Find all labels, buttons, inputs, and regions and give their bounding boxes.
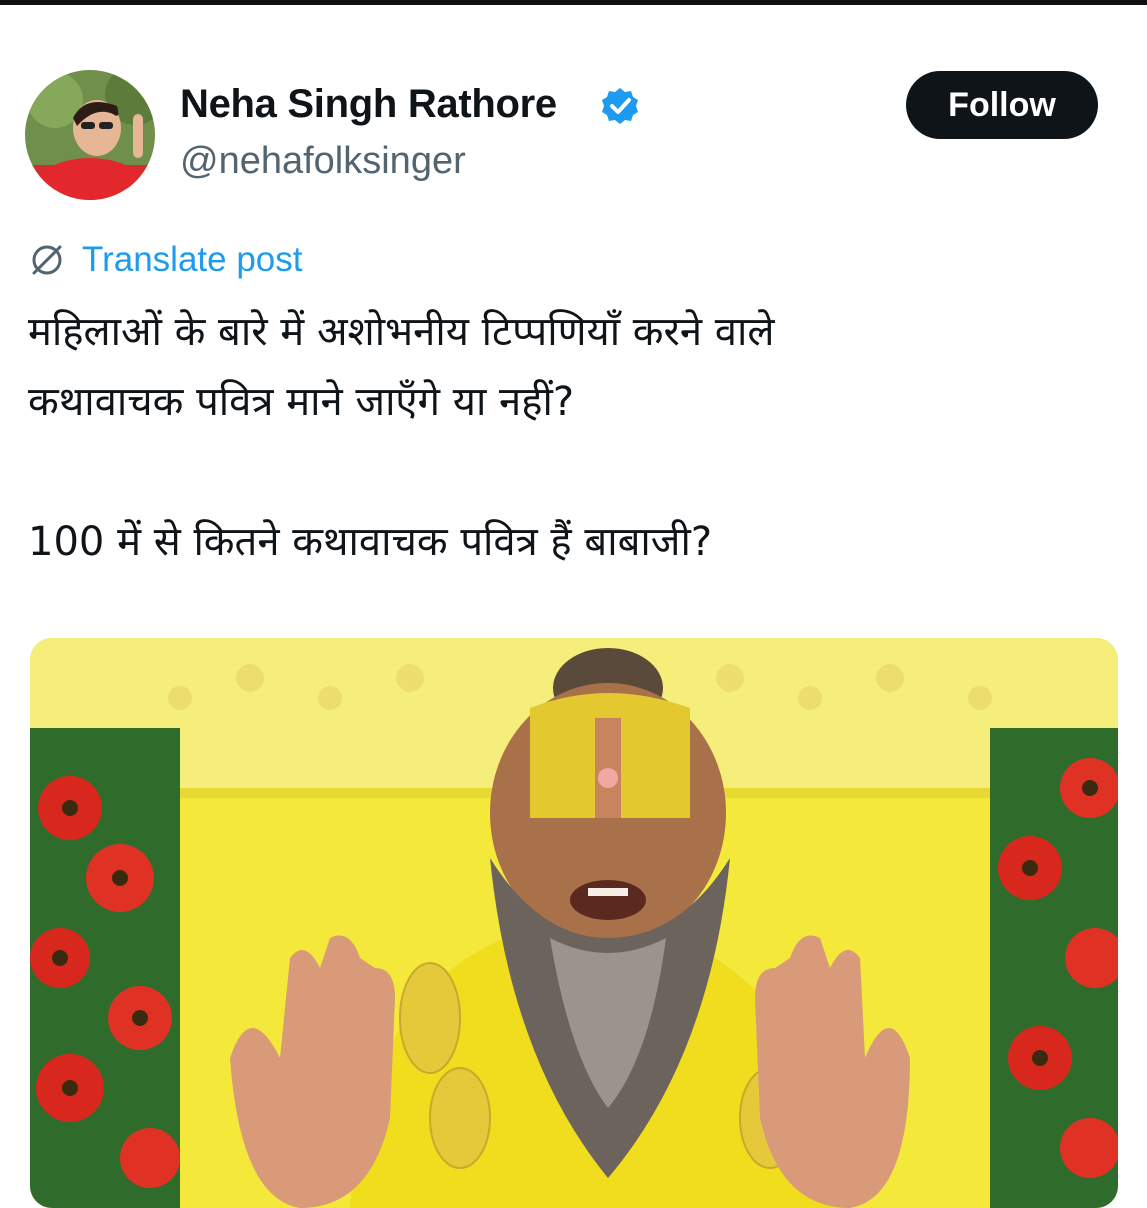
author-handle[interactable]: @nehafolksinger	[180, 140, 466, 183]
post-media-image[interactable]	[30, 638, 1118, 1208]
avatar[interactable]	[25, 70, 155, 200]
translate-post-link[interactable]: Translate post	[28, 238, 302, 282]
author-display-name[interactable]: Neha Singh Rathore	[180, 82, 557, 127]
verified-badge-icon	[602, 88, 638, 124]
post-text: महिलाओं के बारे में अशोभनीय टिप्पणियाँ क…	[28, 297, 1118, 577]
top-border	[0, 0, 1147, 5]
post-text-line: कथावाचक पवित्र माने जाएँगे या नहीं?	[28, 379, 575, 425]
post-text-line: 100 में से कितने कथावाचक पवित्र हैं बाबा…	[28, 519, 713, 565]
translate-globe-icon	[32, 245, 62, 275]
follow-button[interactable]: Follow	[906, 71, 1098, 139]
post-text-line: महिलाओं के बारे में अशोभनीय टिप्पणियाँ क…	[28, 309, 775, 355]
translate-post-label[interactable]: Translate post	[82, 240, 302, 280]
